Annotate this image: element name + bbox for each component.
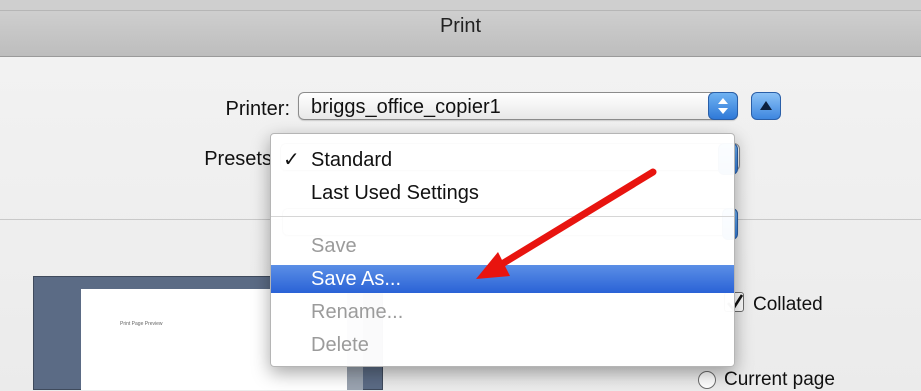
current-page-radio[interactable] [698,371,716,389]
menu-item-label: Save [311,235,357,257]
menu-separator [271,216,734,217]
menu-item-label: Standard [311,149,393,171]
checkmark-icon: ✓ [283,149,300,171]
printer-label: Printer: [225,98,290,120]
presets-label: Presets [204,148,272,170]
up-down-stepper-icon [718,98,728,114]
printer-popup-stepper[interactable] [708,92,738,120]
current-page-label: Current page [724,369,835,390]
menu-item-label: Save As... [311,268,402,290]
menu-item-save: Save [271,232,734,260]
menu-item-label: Last Used Settings [311,182,479,204]
presets-menu: ✓ Standard Last Used Settings Save Save … [270,133,735,367]
menu-item-standard[interactable]: ✓ Standard [271,146,734,174]
menu-item-rename: Rename... [271,298,734,326]
preview-text: Print Page Preview [120,321,163,327]
menu-item-delete: Delete [271,331,734,359]
title-bar: Print [0,0,921,57]
collated-label: Collated [753,294,823,315]
triangle-up-icon [760,101,772,110]
window-title: Print [439,15,482,37]
printer-popup[interactable]: briggs_office_copier1 [298,92,738,120]
menu-item-last-used-settings[interactable]: Last Used Settings [271,179,734,207]
window-top-strip [0,0,921,11]
menu-item-label: Rename... [311,301,404,323]
menu-item-label: Delete [311,334,369,356]
menu-item-save-as[interactable]: Save As... [271,265,734,293]
disclosure-button[interactable] [751,92,781,120]
printer-value: briggs_office_copier1 [311,96,501,118]
